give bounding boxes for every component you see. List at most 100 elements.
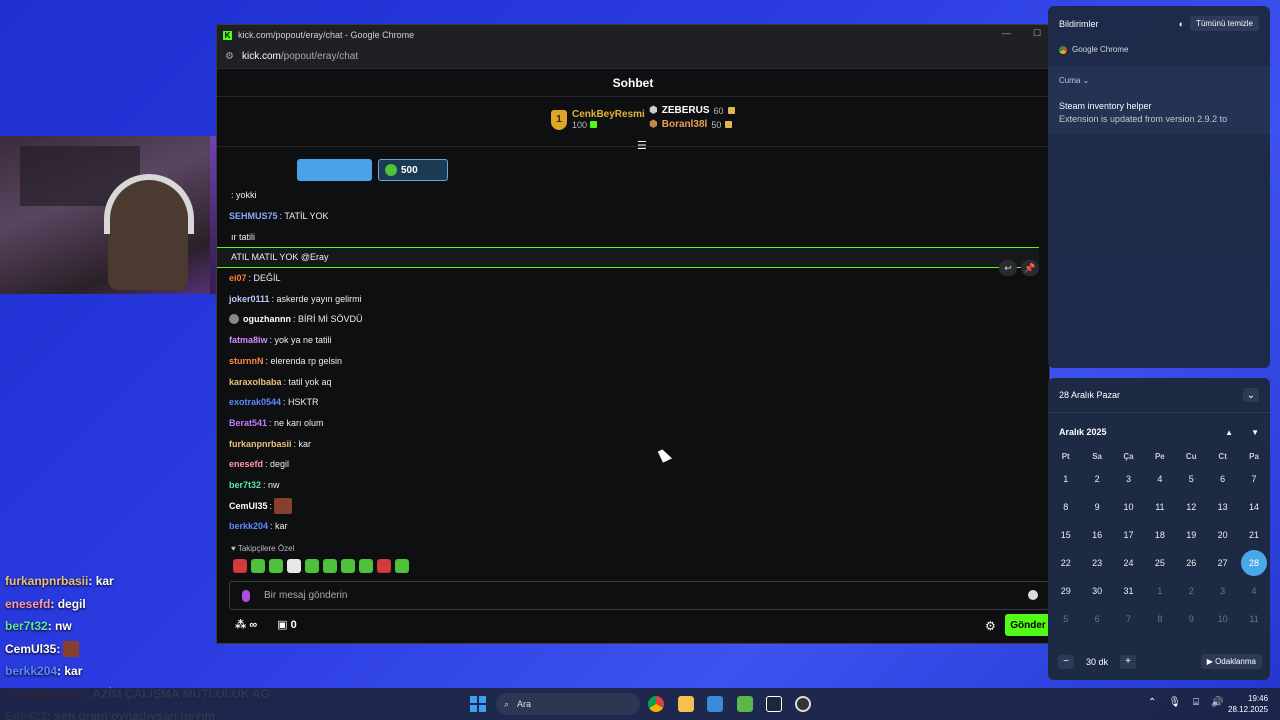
calendar-day[interactable]: 1: [1050, 465, 1081, 493]
chat-username[interactable]: Berat541: [229, 418, 267, 428]
chat-message[interactable]: ır tatili: [229, 226, 1039, 247]
chat-message[interactable]: furkanpnrbasii: kar: [229, 433, 1039, 454]
calendar-day[interactable]: 18: [1144, 521, 1175, 549]
prev-month-icon[interactable]: ▲: [1225, 428, 1233, 437]
next-month-icon[interactable]: ▼: [1251, 428, 1259, 437]
calendar-day[interactable]: 3: [1207, 577, 1238, 605]
calendar-day[interactable]: 22: [1050, 549, 1081, 577]
calendar-day[interactable]: 2: [1176, 577, 1207, 605]
calendar-day[interactable]: 9: [1176, 605, 1207, 633]
chrome-taskbar-icon[interactable]: [648, 696, 664, 712]
kicks-pill[interactable]: 500: [378, 159, 448, 181]
windows-start-icon[interactable]: [470, 696, 486, 712]
chat-username[interactable]: sturnnN: [229, 356, 264, 366]
calendar-day[interactable]: 5: [1050, 605, 1081, 633]
calendar-day[interactable]: 30: [1081, 577, 1112, 605]
calendar-day[interactable]: 25: [1144, 549, 1175, 577]
chat-message[interactable]: ATIL MATIL YOK @Eray: [217, 247, 1039, 268]
emote[interactable]: [287, 559, 301, 573]
chat-username[interactable]: joker0111: [229, 294, 270, 304]
calendar-day[interactable]: 6: [1207, 465, 1238, 493]
calendar-day[interactable]: 8: [1050, 493, 1081, 521]
calendar-day[interactable]: 2: [1081, 465, 1112, 493]
focus-button[interactable]: ▶ Odaklanma: [1200, 654, 1262, 669]
calendar-month-label[interactable]: Aralık 2025: [1059, 427, 1107, 437]
steam-icon[interactable]: [766, 696, 782, 712]
leader-item[interactable]: ⬢ Boranl38l 50: [649, 119, 735, 130]
chat-message[interactable]: joker0111: askerde yayın gelirmi: [229, 288, 1039, 309]
calendar-day[interactable]: 19: [1176, 521, 1207, 549]
obs-icon[interactable]: [795, 696, 811, 712]
chat-message[interactable]: sturnnN: elerenda rp gelsin: [229, 351, 1039, 372]
leader-top[interactable]: 1 CenkBeyResmi 100: [551, 109, 645, 130]
emote[interactable]: [269, 559, 283, 573]
calendar-day[interactable]: 29: [1050, 577, 1081, 605]
calendar-day[interactable]: 9: [1081, 493, 1112, 521]
calendar-day[interactable]: 28: [1238, 549, 1269, 577]
chat-username[interactable]: oguzhannn: [243, 314, 291, 324]
calendar-day[interactable]: 6: [1081, 605, 1112, 633]
send-button[interactable]: Gönder: [1005, 614, 1051, 636]
network-icon[interactable]: ⌸: [1193, 697, 1199, 708]
calendar-day[interactable]: 8: [1144, 605, 1175, 633]
chat-message[interactable]: : yokki: [229, 185, 1039, 206]
chat-message[interactable]: fatma8iw: yok ya ne tatili: [229, 330, 1039, 351]
calendar-day[interactable]: 27: [1207, 549, 1238, 577]
filter-icon[interactable]: ☰: [637, 139, 647, 152]
chat-message[interactable]: SEHMUS75: TATİL YOK: [229, 206, 1039, 227]
chevron-up-icon[interactable]: ⌃: [1148, 697, 1156, 708]
chat-username[interactable]: exotrak0544: [229, 397, 281, 407]
chat-message[interactable]: berkk204: kar: [229, 516, 1039, 537]
emote[interactable]: [341, 559, 355, 573]
leader-item[interactable]: ⬢ ZEBERUS 60: [649, 105, 735, 116]
chat-username[interactable]: enesefd: [229, 459, 263, 469]
notification-app[interactable]: Google Chrome: [1048, 41, 1270, 58]
calendar-day[interactable]: 4: [1144, 465, 1175, 493]
app-icon[interactable]: [737, 696, 753, 712]
calendar-day[interactable]: 15: [1050, 521, 1081, 549]
file-explorer-icon[interactable]: [678, 696, 694, 712]
emote[interactable]: [305, 559, 319, 573]
minimize-icon[interactable]: —: [1002, 28, 1011, 39]
taskbar-search[interactable]: ⌕ Ara: [496, 693, 640, 715]
volume-icon[interactable]: 🔊: [1211, 697, 1223, 708]
calendar-day[interactable]: 1: [1144, 577, 1175, 605]
increase-button[interactable]: +: [1120, 654, 1137, 669]
calendar-day[interactable]: 20: [1207, 521, 1238, 549]
clock[interactable]: 19:46 28.12.2025: [1228, 693, 1268, 715]
pinned-pill[interactable]: [297, 159, 372, 181]
photos-icon[interactable]: [707, 696, 723, 712]
chat-message[interactable]: ber7t32: nw: [229, 475, 1039, 496]
notification-card[interactable]: Cuma ⌄ Steam inventory helper Extension …: [1048, 66, 1270, 134]
calendar-day[interactable]: 14: [1238, 493, 1269, 521]
calendar-day[interactable]: 26: [1176, 549, 1207, 577]
address-bar[interactable]: ⚙ kick.com/popout/eray/chat: [217, 45, 1049, 69]
emote[interactable]: [323, 559, 337, 573]
chat-message[interactable]: exotrak0544: HSKTR: [229, 392, 1039, 413]
calendar-day[interactable]: 23: [1081, 549, 1112, 577]
emote[interactable]: [395, 559, 409, 573]
title-bar[interactable]: K kick.com/popout/eray/chat - Google Chr…: [217, 25, 1049, 45]
chat-username[interactable]: furkanpnrbasii: [229, 439, 292, 449]
emoji-icon[interactable]: [1028, 590, 1038, 600]
chevron-down-icon[interactable]: ⌄: [1083, 76, 1090, 85]
calendar-day[interactable]: 7: [1238, 465, 1269, 493]
decrease-button[interactable]: −: [1058, 654, 1074, 669]
chat-username[interactable]: fatma8iw: [229, 335, 268, 345]
chat-username[interactable]: ei07: [229, 273, 247, 283]
calendar-day[interactable]: 10: [1113, 493, 1144, 521]
calendar-day[interactable]: 21: [1238, 521, 1269, 549]
calendar-day[interactable]: 4: [1238, 577, 1269, 605]
chat-message[interactable]: karaxolbaba: tatil yok aq: [229, 371, 1039, 392]
calendar-day[interactable]: 12: [1176, 493, 1207, 521]
emote[interactable]: [377, 559, 391, 573]
calendar-day[interactable]: 17: [1113, 521, 1144, 549]
calendar-day[interactable]: 13: [1207, 493, 1238, 521]
reply-icon[interactable]: ↩: [999, 260, 1017, 276]
dnd-icon[interactable]: ◐: [1179, 19, 1184, 29]
clear-all-button[interactable]: Tümünü temizle: [1190, 16, 1259, 31]
microphone-icon[interactable]: 🎙: [1168, 697, 1181, 708]
chat-username[interactable]: karaxolbaba: [229, 377, 282, 387]
calendar-day[interactable]: 31: [1113, 577, 1144, 605]
chat-message[interactable]: Berat541: ne karı olum: [229, 413, 1039, 434]
